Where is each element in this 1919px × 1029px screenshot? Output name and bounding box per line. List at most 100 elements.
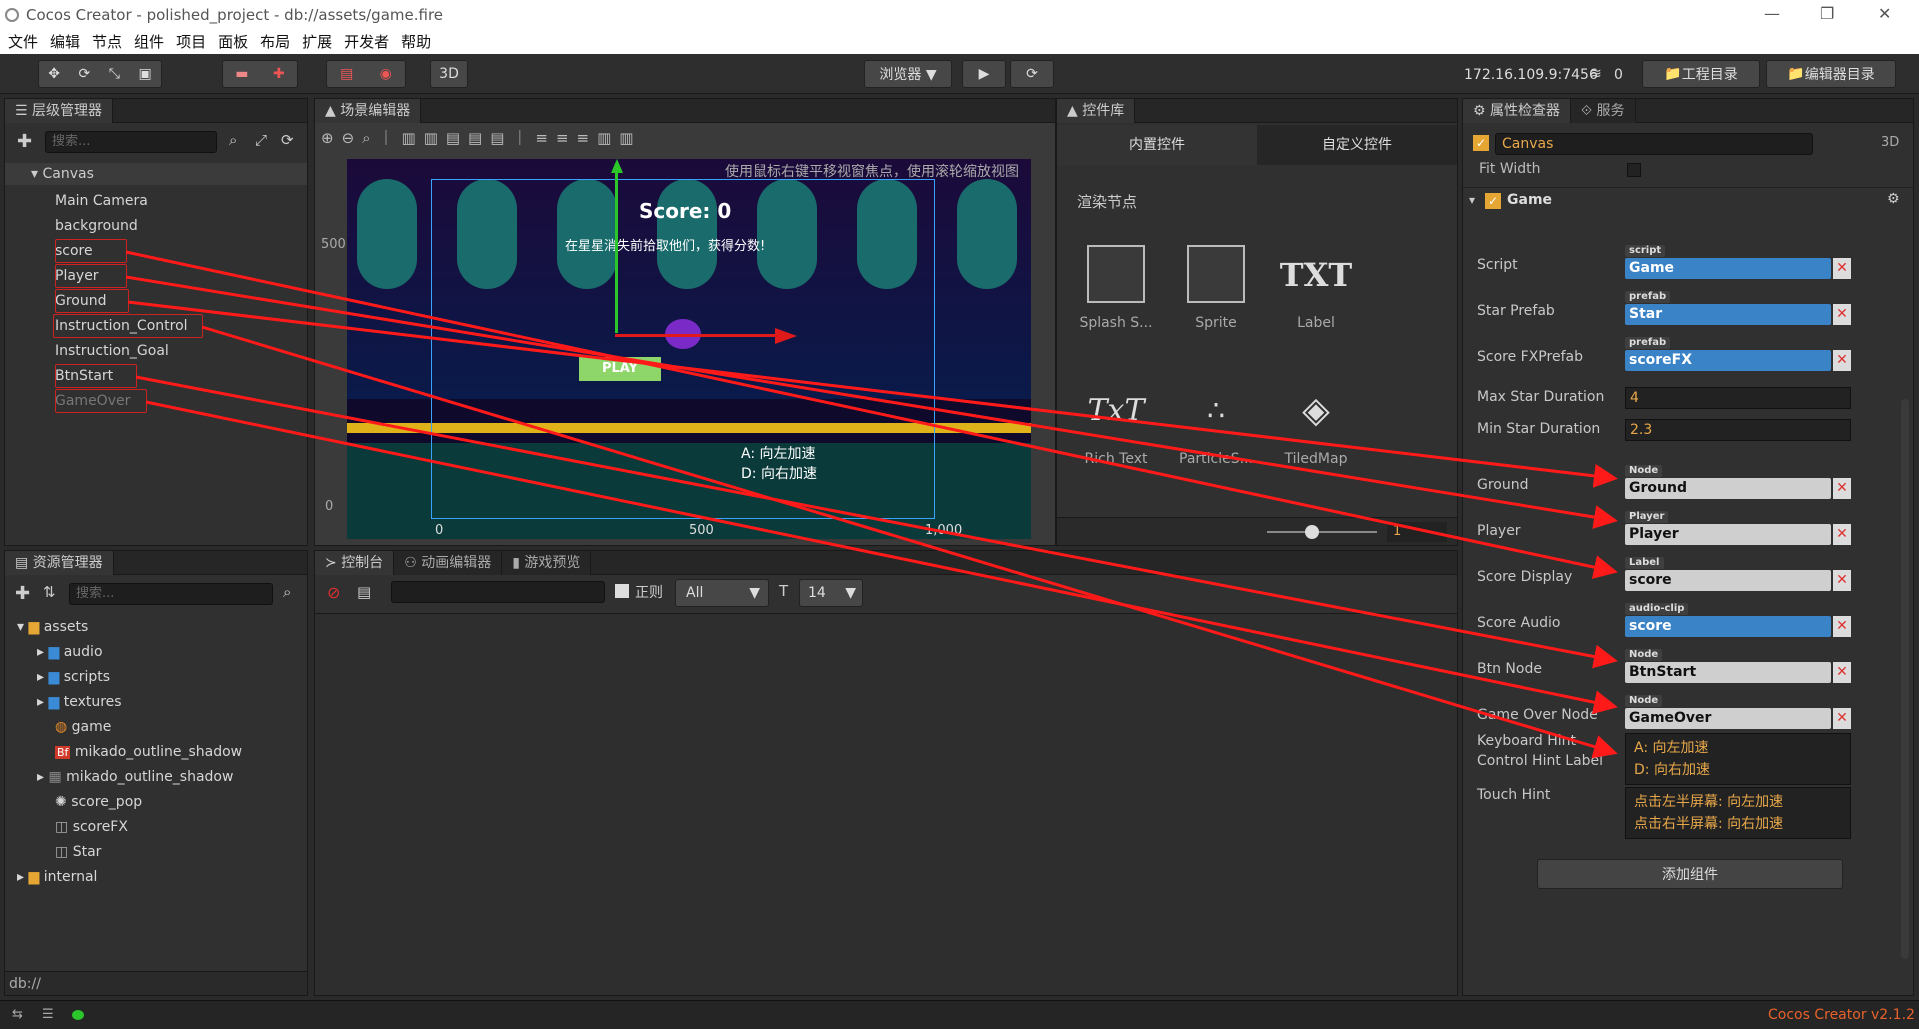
local-coord-icon[interactable]: ▤: [340, 66, 353, 82]
database-icon[interactable]: ☰: [42, 1007, 54, 1022]
prop-asset-field[interactable]: Star: [1625, 304, 1831, 325]
widget-richtext[interactable]: TxT Rich Text: [1071, 381, 1161, 467]
tab-widget-lib[interactable]: ▲ 控件库: [1057, 99, 1136, 123]
touch-hint-textarea[interactable]: 点击左半屏幕: 向左加速 点击右半屏幕: 向右加速: [1625, 787, 1851, 839]
node-main-camera[interactable]: Main Camera: [55, 189, 188, 214]
node-instruction-goal[interactable]: Instruction_Goal: [55, 339, 188, 364]
open-log-icon[interactable]: ▤: [357, 583, 371, 601]
menu-file[interactable]: 文件: [8, 30, 38, 54]
menu-extension[interactable]: 扩展: [302, 30, 332, 54]
clear-icon[interactable]: ⊘: [327, 583, 340, 602]
tab-assets[interactable]: ▤ 资源管理器: [5, 551, 114, 575]
clear-field-icon[interactable]: ✕: [1833, 350, 1851, 371]
rect-tool-icon[interactable]: ▣: [138, 66, 151, 82]
prop-asset-field[interactable]: BtnStart: [1625, 662, 1831, 683]
center-icon[interactable]: ✚: [273, 66, 285, 82]
menu-component[interactable]: 组件: [134, 30, 164, 54]
hierarchy-search-input[interactable]: 搜索...: [45, 131, 217, 153]
menu-edit[interactable]: 编辑: [50, 30, 80, 54]
clear-field-icon[interactable]: ✕: [1833, 570, 1851, 591]
component-enabled-checkbox[interactable]: ✓: [1485, 193, 1501, 209]
zoom-slider-thumb[interactable]: [1305, 525, 1319, 539]
editor-dir-button[interactable]: 📁 编辑器目录: [1766, 60, 1896, 88]
log-level-select[interactable]: All ▼: [675, 579, 769, 607]
menu-panel[interactable]: 面板: [218, 30, 248, 54]
asset-textures[interactable]: ▸ ▆ textures: [17, 690, 242, 715]
expand-icon[interactable]: ⤢: [255, 131, 267, 149]
asset-internal[interactable]: ▸ ▆ internal: [17, 865, 242, 890]
node-3d-toggle[interactable]: 3D: [1881, 135, 1899, 150]
font-size-select[interactable]: 14 ▼: [799, 579, 863, 607]
asset-scripts[interactable]: ▸ ▆ scripts: [17, 665, 242, 690]
clear-field-icon[interactable]: ✕: [1833, 662, 1851, 683]
clear-field-icon[interactable]: ✕: [1833, 616, 1851, 637]
tab-builtin-widgets[interactable]: 内置控件: [1057, 125, 1257, 165]
sync-icon[interactable]: ⇆: [12, 1007, 23, 1022]
menu-project[interactable]: 项目: [176, 30, 206, 54]
widget-particle[interactable]: ∴ ParticleS...: [1171, 381, 1261, 467]
rotate-tool-icon[interactable]: ⟳: [79, 66, 91, 82]
fit-width-checkbox[interactable]: [1627, 163, 1641, 177]
keyboard-hint-textarea[interactable]: A: 向左加速 D: 向右加速: [1625, 733, 1851, 785]
clear-field-icon[interactable]: ✕: [1833, 304, 1851, 325]
tab-inspector[interactable]: ⚙ 属性检查器: [1463, 99, 1572, 123]
menu-node[interactable]: 节点: [92, 30, 122, 54]
regex-checkbox[interactable]: [615, 584, 629, 598]
prop-number-input[interactable]: 2.3: [1625, 419, 1851, 441]
asset-assets[interactable]: ▾ ▆ assets: [17, 615, 242, 640]
zoom-slider-track[interactable]: [1267, 531, 1377, 533]
sort-icon[interactable]: ⇅: [43, 583, 56, 601]
menu-help[interactable]: 帮助: [401, 30, 431, 54]
toggle-3d-button[interactable]: 3D: [430, 60, 468, 88]
tab-custom-widgets[interactable]: 自定义控件: [1257, 125, 1457, 165]
prop-number-input[interactable]: 4: [1625, 387, 1851, 409]
assets-search-input[interactable]: 搜索...: [69, 583, 273, 605]
prop-asset-field[interactable]: GameOver: [1625, 708, 1831, 729]
console-filter-input[interactable]: [391, 581, 605, 603]
component-header[interactable]: ▾ ✓ Game ⚙: [1463, 187, 1913, 213]
game-canvas[interactable]: Score: 0 在星星消失前拾取他们，获得分数! PLAY A: 向左加速 D…: [347, 159, 1031, 539]
prop-asset-field[interactable]: score: [1625, 570, 1831, 591]
scene-tools[interactable]: ⊕⊖⌕｜▥▥▤▤▤｜≡≡≡▥▥: [321, 127, 641, 148]
node-active-checkbox[interactable]: ✓: [1473, 135, 1489, 151]
prop-asset-field[interactable]: Game: [1625, 258, 1831, 279]
project-dir-button[interactable]: 📁 工程目录: [1642, 60, 1760, 88]
assets-search-icon[interactable]: ⌕: [283, 583, 291, 601]
refresh-button[interactable]: ⟳: [1010, 60, 1054, 88]
close-icon[interactable]: ✕: [1878, 4, 1891, 23]
refresh-icon[interactable]: ⟳: [281, 131, 294, 149]
tab-scene[interactable]: ▲ 场景编辑器: [315, 99, 422, 123]
prop-asset-field[interactable]: Player: [1625, 524, 1831, 545]
zoom-value[interactable]: 1: [1387, 522, 1447, 542]
prop-asset-field[interactable]: Ground: [1625, 478, 1831, 499]
node-name-input[interactable]: Canvas: [1495, 133, 1813, 155]
asset-game[interactable]: ◍ game: [17, 715, 242, 740]
tab-service[interactable]: ⟐ 服务: [1571, 99, 1636, 123]
node-background[interactable]: background: [55, 214, 188, 239]
tab-console[interactable]: ≻ 控制台: [315, 551, 395, 575]
asset-score-pop[interactable]: ✺ score_pop: [17, 790, 242, 815]
clear-field-icon[interactable]: ✕: [1833, 708, 1851, 729]
widget-tiledmap[interactable]: ◈ TiledMap: [1271, 381, 1361, 467]
clear-field-icon[interactable]: ✕: [1833, 258, 1851, 279]
minimize-icon[interactable]: —: [1764, 4, 1780, 23]
widget-splash[interactable]: Splash S...: [1071, 245, 1161, 331]
asset-bmfont[interactable]: Bf mikado_outline_shadow: [17, 740, 242, 765]
add-node-icon[interactable]: ✚: [17, 131, 32, 152]
tab-game-preview[interactable]: ▮ 游戏预览: [502, 551, 592, 575]
scale-tool-icon[interactable]: ⤡: [109, 66, 120, 82]
widget-sprite[interactable]: Sprite: [1171, 245, 1261, 331]
clear-field-icon[interactable]: ✕: [1833, 478, 1851, 499]
widget-label[interactable]: TXT Label: [1271, 245, 1361, 331]
restore-icon[interactable]: ❐: [1820, 4, 1834, 23]
preview-mode-select[interactable]: 浏览器 ▼: [864, 60, 952, 88]
tab-animation[interactable]: ⚇ 动画编辑器: [394, 551, 503, 575]
asset-scorefx[interactable]: ◫ scoreFX: [17, 815, 242, 840]
search-icon[interactable]: ⌕: [229, 131, 237, 149]
add-asset-icon[interactable]: ✚: [15, 583, 30, 604]
collapse-icon[interactable]: ▾: [1469, 193, 1475, 207]
asset-audio[interactable]: ▸ ▆ audio: [17, 640, 242, 665]
play-button[interactable]: ▶: [962, 60, 1006, 88]
pivot-icon[interactable]: ▬: [235, 66, 248, 82]
menu-layout[interactable]: 布局: [260, 30, 290, 54]
